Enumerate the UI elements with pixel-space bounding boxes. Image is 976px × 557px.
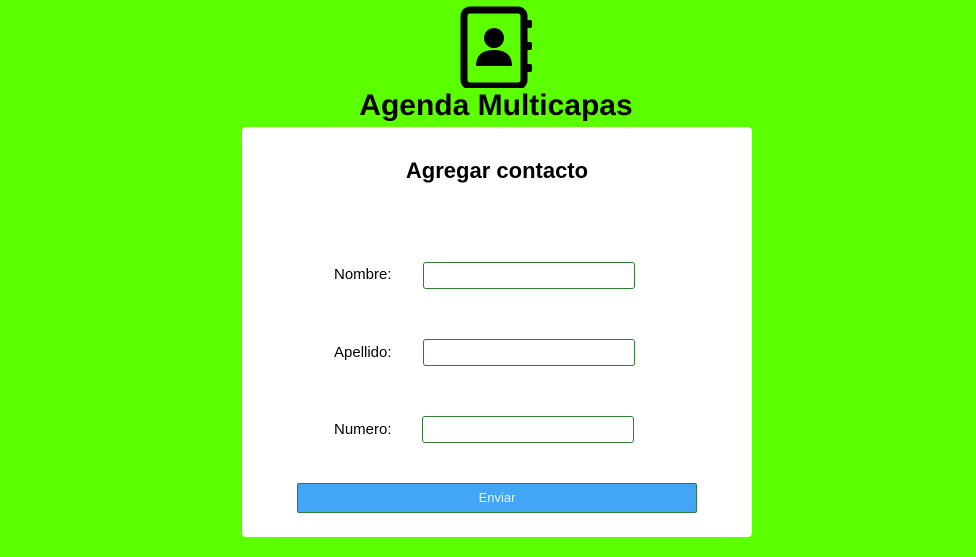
submit-button[interactable]: Enviar: [297, 483, 697, 513]
nombre-label: Nombre:: [334, 266, 392, 283]
page: Agenda Multicapas Agregar contacto Nombr…: [0, 0, 976, 557]
numero-label: Numero:: [334, 421, 392, 438]
app-title: Agenda Multicapas: [359, 89, 633, 122]
form-title: Agregar contacto: [405, 158, 589, 183]
address-book-icon: [460, 6, 532, 88]
nombre-input[interactable]: [423, 262, 635, 289]
add-contact-card: [242, 127, 752, 537]
apellido-label: Apellido:: [334, 344, 392, 361]
apellido-input[interactable]: [423, 339, 635, 366]
numero-input[interactable]: [422, 416, 634, 443]
